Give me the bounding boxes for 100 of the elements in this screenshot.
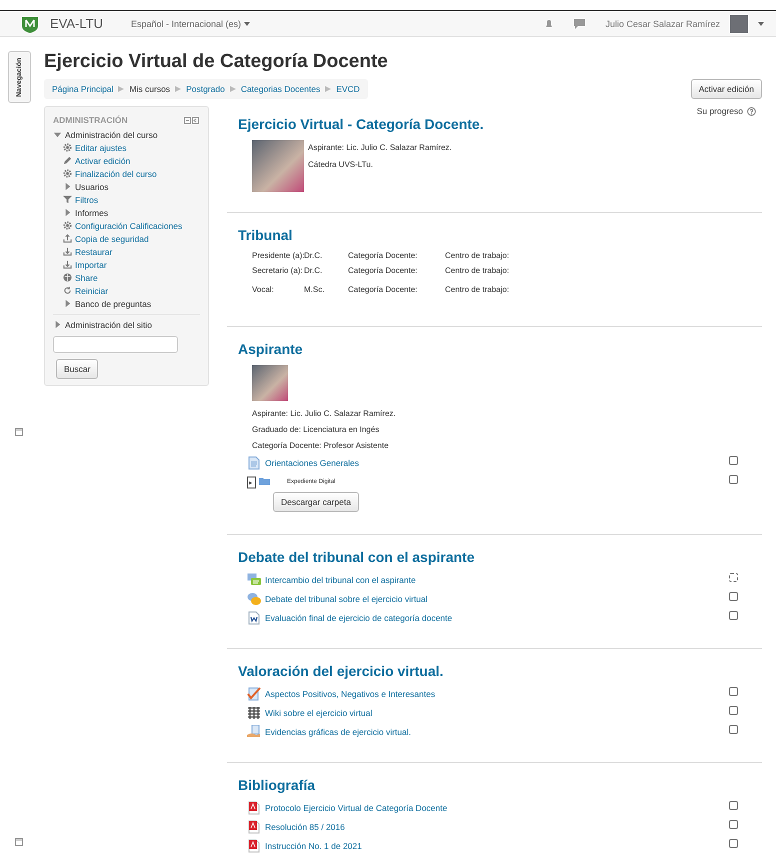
separator-icon: [325, 86, 332, 92]
aspirant-text: Graduado de: Licenciatura en Ingés: [252, 425, 380, 434]
admin-link[interactable]: Activar edición: [75, 156, 130, 166]
dock-icon[interactable]: [15, 838, 23, 846]
search-button[interactable]: Buscar: [56, 359, 98, 379]
activity-link[interactable]: Resolución 85 / 2016: [265, 822, 345, 832]
photo-placeholder: [252, 365, 288, 401]
document-icon: [247, 611, 261, 625]
progress-label: Su progreso: [696, 106, 743, 116]
breadcrumb-link[interactable]: Categorias Docentes: [240, 84, 320, 94]
completion-checkbox[interactable]: [729, 475, 738, 484]
gear-icon: [63, 221, 72, 230]
admin-link[interactable]: Finalización del curso: [75, 168, 157, 178]
admin-branch[interactable]: Usuarios: [75, 182, 109, 192]
tribunal-text: Categoría Docente:: [348, 251, 418, 260]
activity-link[interactable]: Instrucción No. 1 de 2021: [265, 841, 362, 851]
activity-link[interactable]: Protocolo Ejercicio Virtual de Categoría Docente: [265, 803, 448, 813]
help-icon[interactable]: [747, 106, 756, 116]
folder-icon: [247, 475, 271, 489]
activity-link[interactable]: Wiki sobre el ejercicio virtual: [265, 708, 372, 718]
tribunal-text: Centro de trabajo:: [445, 266, 510, 275]
admin-link[interactable]: Filtros: [75, 194, 98, 204]
admin-link[interactable]: Reiniciar: [75, 286, 108, 296]
breadcrumb-link[interactable]: Página Principal: [52, 84, 114, 94]
tribunal-text: Secretario (a):: [252, 266, 304, 275]
admin-link[interactable]: Copia de seguridad: [75, 234, 149, 244]
checklist-icon: [247, 687, 261, 701]
completion-checkbox[interactable]: [729, 456, 738, 465]
section-title: Aspirante: [238, 341, 304, 357]
caret-icon: [758, 22, 764, 26]
language-menu[interactable]: Español - Internacional (es): [130, 18, 250, 28]
admin-branch[interactable]: Administración del curso: [65, 130, 158, 140]
chat-icon: [247, 573, 261, 587]
assignment-icon: [247, 725, 261, 739]
breadcrumb-link[interactable]: Postgrado: [186, 84, 225, 94]
completion-checkbox[interactable]: [729, 725, 738, 734]
page-title: Ejercicio Virtual de Categoría Docente: [44, 51, 389, 73]
pdf-icon: [247, 801, 261, 815]
tribunal-text: Categoría Docente:: [348, 285, 418, 294]
site-name[interactable]: EVA-LTU: [50, 16, 103, 31]
completion-checkbox[interactable]: [729, 611, 738, 620]
pdf-icon: [247, 820, 261, 834]
tribunal-text: Vocal:: [252, 285, 275, 294]
photo-placeholder: [252, 140, 304, 192]
activity-link[interactable]: Evaluación final de ejercicio de categoría docente: [265, 613, 452, 623]
gear-icon: [63, 169, 72, 178]
block-title: ADMINISTRACIÓN: [53, 115, 128, 125]
logo-icon[interactable]: [20, 14, 40, 32]
tribunal-text: Presidente (a):: [252, 251, 304, 260]
activity-link[interactable]: Debate del tribunal sobre el ejercicio virtual: [265, 594, 428, 604]
tribunal-text: Dr.C.: [304, 266, 324, 275]
admin-link[interactable]: Share: [75, 272, 98, 282]
activity-link[interactable]: Aspectos Positivos, Negativos e Interesantes: [265, 689, 436, 699]
bell-icon[interactable]: [544, 18, 554, 28]
page-icon: [247, 456, 261, 470]
edit-mode-button[interactable]: Activar edición: [690, 79, 762, 99]
activity-link[interactable]: Orientaciones Generales: [265, 458, 360, 468]
download-icon: [63, 247, 72, 256]
profile-text: Cátedra UVS-LTu.: [308, 160, 374, 169]
globe-icon: [63, 273, 72, 282]
download-icon: [63, 260, 72, 269]
separator-icon: [118, 86, 124, 92]
avatar-placeholder[interactable]: [730, 14, 748, 32]
section-title: Debate del tribunal con el aspirante: [238, 549, 476, 565]
completion-checkbox[interactable]: [729, 706, 738, 715]
pencil-icon: [63, 156, 72, 165]
upload-icon: [63, 234, 72, 243]
completion-checkbox[interactable]: [729, 592, 738, 601]
completion-checkbox[interactable]: [729, 687, 738, 696]
admin-link[interactable]: Configuración Calificaciones: [75, 220, 182, 230]
admin-branch[interactable]: Banco de preguntas: [75, 298, 152, 308]
separator-icon: [230, 86, 236, 92]
block-controls-icon[interactable]: [184, 116, 200, 124]
breadcrumb-link[interactable]: EVCD: [336, 84, 360, 94]
tribunal-text: M.Sc.: [304, 285, 326, 294]
tribunal-text: Centro de trabajo:: [445, 285, 510, 294]
completion-checkbox[interactable]: [729, 820, 738, 829]
pdf-icon: [247, 839, 261, 853]
caret-icon: [244, 22, 250, 26]
activity-link[interactable]: Evidencias gráficas de ejercicio virtual.: [265, 727, 411, 737]
section-title: Bibliografía: [238, 777, 316, 793]
admin-link[interactable]: Restaurar: [75, 246, 112, 256]
user-name[interactable]: Julio Cesar Salazar Ramírez: [605, 18, 720, 28]
dock-icon[interactable]: [15, 428, 23, 436]
forum-icon: [247, 592, 261, 606]
search-field[interactable]: [53, 336, 178, 353]
aspirant-text: Aspirante: Lic. Julio C. Salazar Ramírez.: [252, 409, 397, 418]
separator-icon: [175, 86, 182, 92]
admin-branch[interactable]: Administración del sitio: [65, 320, 152, 330]
admin-branch[interactable]: Informes: [75, 208, 108, 218]
completion-checkbox[interactable]: [729, 801, 738, 810]
completion-checkbox[interactable]: [729, 839, 738, 848]
profile-text: Aspirante: Lic. Julio C. Salazar Ramírez.: [308, 143, 452, 152]
section-title: Tribunal: [238, 227, 294, 243]
breadcrumb-text: Mis cursos: [129, 84, 170, 94]
download-folder-button[interactable]: Descargar carpeta: [273, 492, 359, 512]
wiki-icon: [247, 706, 261, 720]
message-icon[interactable]: [574, 18, 586, 28]
admin-link[interactable]: Editar ajustes: [75, 142, 126, 152]
admin-link[interactable]: Importar: [75, 260, 107, 270]
